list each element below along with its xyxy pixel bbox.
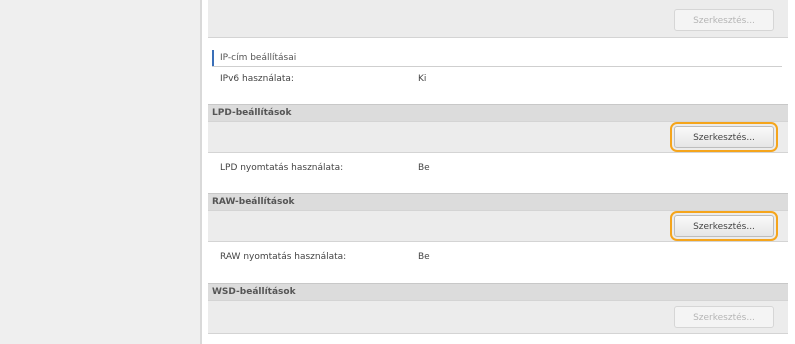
lpd-print-row: LPD nyomtatás használata: Be bbox=[208, 157, 788, 179]
settings-content: Szerkesztés... IP-cím beállításai IPv6 h… bbox=[208, 0, 788, 344]
ip-settings-underline bbox=[212, 66, 782, 67]
ipv6-row: IPv6 használata: Ki bbox=[208, 68, 788, 90]
lpd-print-label: LPD nyomtatás használata: bbox=[220, 163, 344, 173]
raw-print-value: Be bbox=[418, 252, 430, 262]
top-edit-button[interactable]: Szerkesztés... bbox=[674, 9, 774, 31]
page: Szerkesztés... IP-cím beállításai IPv6 h… bbox=[0, 0, 795, 344]
raw-print-label: RAW nyomtatás használata: bbox=[220, 252, 347, 262]
lpd-section-header: LPD-beállítások bbox=[208, 104, 788, 122]
left-navigation-panel bbox=[0, 0, 200, 344]
ipv6-value: Ki bbox=[418, 74, 427, 84]
panel-divider bbox=[200, 0, 202, 344]
lpd-edit-button[interactable]: Szerkesztés... bbox=[670, 122, 778, 152]
raw-print-row: RAW nyomtatás használata: Be bbox=[208, 246, 788, 268]
raw-edit-bar: Szerkesztés... bbox=[208, 210, 788, 242]
lpd-print-value: Be bbox=[418, 163, 430, 173]
raw-section-header: RAW-beállítások bbox=[208, 193, 788, 211]
raw-edit-button[interactable]: Szerkesztés... bbox=[670, 211, 778, 241]
wsd-section-header: WSD-beállítások bbox=[208, 283, 788, 301]
wsd-edit-bar: Szerkesztés... bbox=[208, 300, 788, 334]
lpd-edit-bar: Szerkesztés... bbox=[208, 121, 788, 153]
wsd-edit-button[interactable]: Szerkesztés... bbox=[674, 306, 774, 328]
ipv6-label: IPv6 használata: bbox=[220, 74, 294, 84]
top-edit-bar: Szerkesztés... bbox=[208, 0, 788, 38]
ip-settings-title: IP-cím beállításai bbox=[212, 50, 782, 66]
